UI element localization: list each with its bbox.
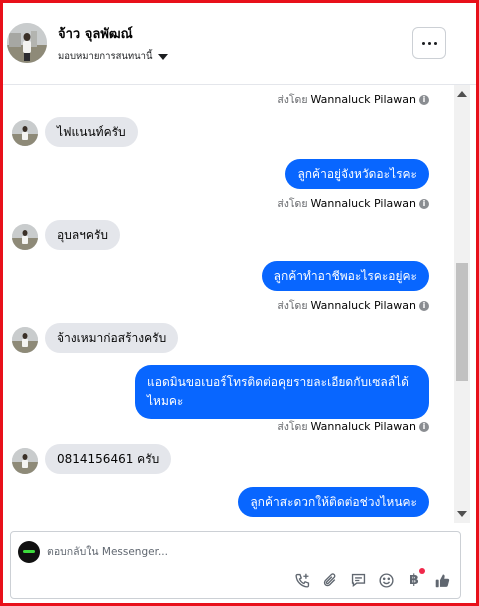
- scroll-up-icon[interactable]: [457, 91, 467, 97]
- baht-icon[interactable]: ฿: [404, 568, 425, 590]
- sent-by-sender: Wannaluck Pilawan: [310, 420, 417, 433]
- outgoing-message[interactable]: ลูกค้าทำอาชีพอะไรคะอยู่คะ: [261, 261, 429, 291]
- sent-by-prefix: ส่งโดย: [277, 198, 308, 210]
- chat-scrollbar[interactable]: [454, 85, 470, 523]
- reply-input[interactable]: [47, 542, 427, 562]
- sent-by-sender: Wannaluck Pilawan: [310, 197, 417, 210]
- page-avatar: [18, 541, 40, 563]
- incoming-message[interactable]: จ้างเหมาก่อสร้างครับ: [45, 323, 179, 353]
- sent-by-label: ส่งโดย Wannaluck Pilawan i: [277, 297, 429, 314]
- app-frame: จ้าว จุลพัฒณ์ มอบหมายการสนทนานี้ ส่งโดย …: [0, 0, 479, 606]
- emoji-icon[interactable]: [376, 570, 396, 590]
- phone-plus-icon[interactable]: [292, 570, 312, 590]
- contact-name: จ้าว จุลพัฒณ์: [58, 27, 133, 42]
- composer-toolbar: ฿: [292, 568, 452, 590]
- thumbs-up-icon[interactable]: [432, 570, 452, 590]
- incoming-message[interactable]: อุบลฯครับ: [45, 220, 121, 250]
- reply-composer: ฿: [10, 531, 461, 599]
- contact-photo-icon: [12, 327, 38, 353]
- incoming-message[interactable]: 0814156461 ครับ: [45, 444, 172, 474]
- sent-by-sender: Wannaluck Pilawan: [310, 299, 417, 312]
- info-icon[interactable]: i: [419, 94, 429, 105]
- sent-by-prefix: ส่งโดย: [277, 300, 308, 312]
- outgoing-message[interactable]: แอดมินขอเบอร์โทรติดต่อคุยรายละเอียดกับเซ…: [135, 365, 429, 419]
- more-dots-icon: [421, 41, 425, 45]
- more-dot: [433, 41, 437, 45]
- scroll-down-icon[interactable]: [457, 511, 467, 517]
- conversation-header: จ้าว จุลพัฒณ์ มอบหมายการสนทนานี้: [3, 3, 476, 85]
- outgoing-message[interactable]: ลูกค้าอยู่จังหวัดอะไรคะ: [285, 159, 429, 189]
- contact-avatar-small: [12, 120, 38, 146]
- contact-avatar-small: [12, 224, 38, 250]
- info-icon[interactable]: i: [419, 421, 429, 432]
- contact-photo-icon: [7, 23, 47, 63]
- sent-by-label: ส่งโดย Wannaluck Pilawan i: [277, 91, 429, 108]
- caret-down-icon: [157, 53, 168, 60]
- contact-avatar[interactable]: [7, 23, 47, 63]
- sent-by-prefix: ส่งโดย: [277, 421, 308, 433]
- contact-photo-icon: [12, 224, 38, 250]
- incoming-message[interactable]: ไฟแนนท์ครับ: [45, 117, 138, 147]
- more-options-button[interactable]: [412, 27, 446, 59]
- saved-reply-icon[interactable]: [348, 570, 368, 590]
- notification-dot: [419, 568, 425, 574]
- message-list[interactable]: ส่งโดย Wannaluck Pilawan i ไฟแนนท์ครับ ล…: [3, 85, 476, 523]
- baht-glyph: ฿: [409, 572, 419, 588]
- sent-by-sender: Wannaluck Pilawan: [310, 93, 417, 106]
- attachment-icon[interactable]: [320, 570, 340, 590]
- info-icon[interactable]: i: [419, 300, 429, 311]
- contact-photo-icon: [12, 448, 38, 474]
- scrollbar-thumb[interactable]: [456, 263, 468, 381]
- assign-conversation-label: มอบหมายการสนทนานี้: [58, 51, 153, 62]
- info-icon[interactable]: i: [419, 198, 429, 209]
- contact-avatar-small: [12, 448, 38, 474]
- more-dot: [427, 41, 431, 45]
- sent-by-prefix: ส่งโดย: [277, 94, 308, 106]
- sent-by-label: ส่งโดย Wannaluck Pilawan i: [277, 418, 429, 435]
- contact-photo-icon: [12, 120, 38, 146]
- sent-by-label: ส่งโดย Wannaluck Pilawan i: [277, 195, 429, 212]
- assign-conversation-dropdown[interactable]: มอบหมายการสนทนานี้: [58, 49, 168, 64]
- contact-avatar-small: [12, 327, 38, 353]
- outgoing-message[interactable]: ลูกค้าสะดวกให้ติดต่อช่วงไหนคะ: [238, 487, 429, 517]
